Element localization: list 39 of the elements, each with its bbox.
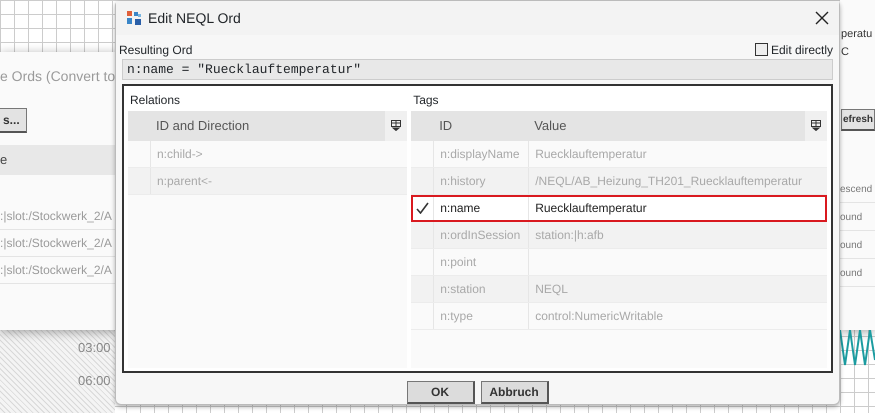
tag-value: Ruecklauftemperatur bbox=[535, 146, 647, 163]
cancel-button[interactable]: Abbruch bbox=[480, 381, 548, 404]
table-row[interactable]: n:name Ruecklauftemperatur bbox=[411, 194, 827, 222]
field-label: Resulting Ord bbox=[119, 42, 194, 59]
refresh-button[interactable]: efresh bbox=[841, 109, 875, 131]
relation-id: n:parent<- bbox=[157, 172, 212, 190]
tag-id: n:history bbox=[440, 172, 486, 190]
time-label: 06:00 bbox=[78, 372, 111, 390]
app-icon bbox=[126, 10, 142, 26]
column-menu-icon[interactable] bbox=[391, 120, 402, 132]
tag-value: station:|h:afb bbox=[535, 226, 604, 244]
label-text: peratu bbox=[841, 27, 872, 42]
time-label: 03:00 bbox=[78, 339, 111, 357]
ord-field[interactable]: n:name = "Ruecklauftemperatur" bbox=[122, 58, 833, 80]
tag-value: control:NumericWritable bbox=[535, 308, 664, 325]
relation-id: n:child-> bbox=[157, 146, 203, 163]
tag-id: n:point bbox=[440, 254, 476, 271]
tag-id: n:name bbox=[440, 200, 480, 217]
tag-value: NEQL bbox=[535, 280, 568, 298]
tag-id: n:displayName bbox=[440, 146, 520, 163]
column-menu-icon[interactable] bbox=[811, 120, 821, 132]
column-header[interactable]: ID bbox=[433, 116, 528, 136]
check-icon bbox=[416, 202, 429, 214]
window-title: e Ords (Convert to bbox=[0, 67, 116, 86]
label-text: C bbox=[841, 45, 849, 60]
tag-value: Ruecklauftemperatur bbox=[535, 200, 647, 217]
browse-button[interactable]: s... bbox=[0, 108, 27, 133]
tag-value: /NEQL/AB_Heizung_TH201_Ruecklauftemperatur bbox=[535, 172, 802, 190]
checkbox-label: Edit directly bbox=[770, 42, 833, 59]
checkbox[interactable] bbox=[754, 43, 768, 56]
tag-id: n:ordInSession bbox=[440, 226, 520, 244]
section-title: Relations bbox=[129, 92, 182, 109]
tag-id: n:type bbox=[440, 308, 473, 325]
ok-button[interactable]: OK bbox=[406, 381, 474, 404]
close-icon[interactable] bbox=[815, 11, 829, 26]
section-title: Tags bbox=[412, 92, 440, 109]
dialog-title: Edit NEQL Ord bbox=[148, 8, 242, 28]
tag-id: n:station bbox=[440, 280, 486, 298]
column-header[interactable]: Value bbox=[528, 116, 805, 136]
